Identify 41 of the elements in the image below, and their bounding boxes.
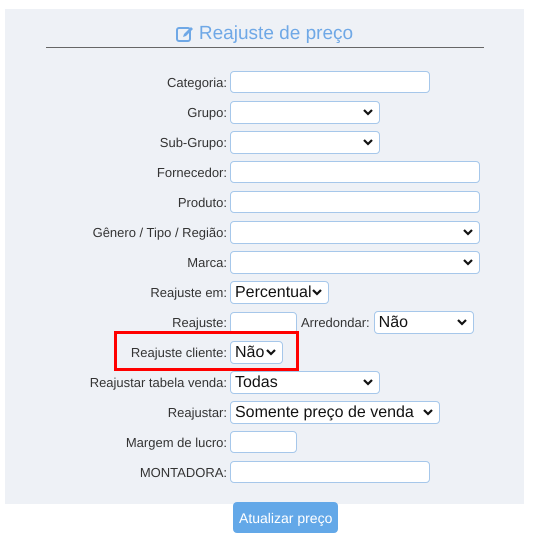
chevron-icon <box>363 139 373 146</box>
input-field[interactable] <box>230 161 480 183</box>
input-field[interactable] <box>230 71 430 93</box>
dropdown[interactable] <box>230 221 480 244</box>
edit-icon <box>176 26 194 42</box>
field-label: Reajustar: <box>166 405 228 420</box>
field-label: Fornecedor: <box>156 164 228 180</box>
field-label: Arredondar: <box>301 315 370 330</box>
chevron-icon <box>463 259 473 266</box>
chevron-icon <box>312 289 322 296</box>
chevron-icon <box>463 229 473 236</box>
field-label: Grupo: <box>186 105 228 120</box>
field-label: MONTADORA: <box>138 464 228 480</box>
chevron-icon <box>456 319 467 326</box>
input-field[interactable] <box>230 312 297 334</box>
field-label: Reajuste: <box>171 315 228 330</box>
field-label: Margem de lucro: <box>124 434 228 450</box>
chevron-icon <box>423 409 433 416</box>
field-label: Reajuste cliente: <box>130 345 228 360</box>
dropdown[interactable]: Percentual <box>230 281 329 304</box>
dropdown[interactable] <box>230 131 380 154</box>
page-title: Reajuste de preço <box>198 23 354 45</box>
chevron-icon <box>363 109 373 116</box>
field-label: Gênero / Tipo / Região: <box>92 225 228 240</box>
chevron-icon <box>266 349 276 356</box>
input-field[interactable] <box>230 431 297 453</box>
dropdown[interactable] <box>230 251 480 274</box>
field-label: Reajustar tabela venda: <box>88 375 228 390</box>
dropdown[interactable]: Não <box>374 311 474 334</box>
field-label: Marca: <box>186 255 228 270</box>
field-label: Produto: <box>176 194 228 210</box>
chevron-icon <box>363 379 373 386</box>
input-field[interactable] <box>230 461 430 483</box>
field-label: Sub-Grupo: <box>158 135 228 150</box>
input-field[interactable] <box>230 191 480 213</box>
dropdown[interactable]: Somente preço de venda <box>230 401 440 424</box>
dropdown[interactable]: Todas <box>230 371 380 394</box>
field-label: Categoria: <box>166 74 228 90</box>
dropdown[interactable] <box>230 101 380 124</box>
dropdown[interactable]: Não <box>230 341 283 364</box>
field-label: Reajuste em: <box>149 285 228 300</box>
